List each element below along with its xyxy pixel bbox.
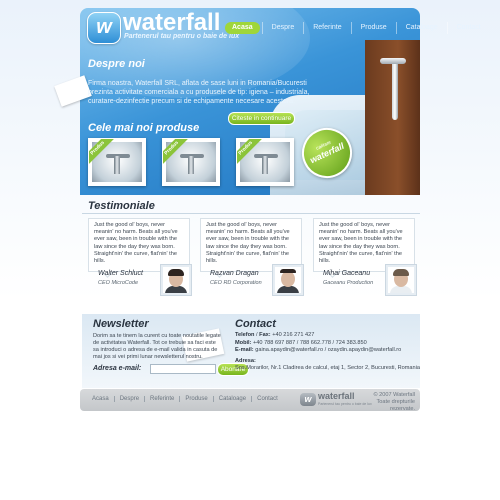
- product-thumb[interactable]: Produs: [88, 138, 146, 186]
- avatar: [386, 265, 416, 295]
- testimonial-quote: Just the good ol' boys, never meanin' no…: [200, 218, 302, 278]
- testimonial-name: Mihai Gaceanu: [323, 270, 371, 277]
- email-contact-label: E-mail:: [235, 347, 254, 354]
- testimonial-company: CEO RD Corporation: [210, 280, 262, 286]
- testimonial-quote: Just the good ol' boys, never meanin' no…: [313, 218, 415, 278]
- products-title: Cele mai noi produse: [88, 122, 200, 134]
- email-link-2[interactable]: ozaydin.apaydin@waterfall.ro: [328, 347, 401, 353]
- testimonial-text: Just the good ol' boys, never meanin' no…: [206, 222, 290, 265]
- contact-title: Contact: [235, 318, 276, 330]
- nav-despre[interactable]: Despre: [261, 22, 304, 34]
- nav-referinte[interactable]: Referinte: [303, 22, 350, 34]
- mobile-value-3: 724 383.850: [335, 339, 367, 346]
- contact-details: Telefon / Fax: +40 216 271 427 Mobil: +4…: [235, 332, 420, 373]
- testimonial-text: Just the good ol' boys, never meanin' no…: [319, 222, 403, 265]
- copyright: © 2007 Waterfall Toate drepturile rezerv…: [352, 392, 415, 413]
- shower-head-image: [380, 58, 406, 64]
- logo-icon[interactable]: w: [87, 12, 121, 44]
- email-input[interactable]: [150, 364, 216, 374]
- contact-mobile-line: Mobil: +40 788 697 887 / 788 662.778 / 7…: [235, 339, 367, 346]
- testimonial-name: Walter Schluct: [98, 270, 143, 277]
- product-thumb[interactable]: Produs: [162, 138, 220, 186]
- main-nav: Acasa Despre Referinte Produse Cataloage…: [225, 22, 490, 34]
- testimonial-card: Just the good ol' boys, never meanin' no…: [88, 218, 191, 295]
- address-label: Adresa:: [235, 357, 256, 364]
- testimonial-company: Gaceanu Production: [323, 280, 374, 286]
- shower-tap-image: [392, 60, 398, 120]
- footer-logo-icon: w: [300, 393, 316, 406]
- mobile-value-2: 788 662.778: [299, 339, 331, 346]
- read-more-button[interactable]: Citeste in continuare: [228, 112, 295, 125]
- avatar: [161, 265, 191, 295]
- copyright-line: © 2007 Waterfall: [373, 392, 415, 398]
- testimonial-company: CEO MicroCode: [98, 280, 139, 286]
- phone-value: +40 216 271 427: [272, 332, 315, 338]
- divider: [82, 213, 420, 214]
- product-thumb[interactable]: Produs: [236, 138, 294, 186]
- rights-line: Toate drepturile rezervate.: [376, 399, 415, 412]
- contact-phone-line: Telefon / Fax: +40 216 271 427: [235, 332, 315, 338]
- testimonial-quote: Just the good ol' boys, never meanin' no…: [88, 218, 190, 278]
- footer-link-cataloage[interactable]: Cataloage: [212, 396, 251, 402]
- testimonial-card: Just the good ol' boys, never meanin' no…: [200, 218, 303, 295]
- newsletter-text: Dorim sa te tinem la curent cu toate nou…: [93, 333, 221, 360]
- testimonials-title: Testimoniale: [88, 200, 155, 212]
- footer-link-despre[interactable]: Despre: [113, 396, 144, 402]
- mobile-value: +40 788 697 887: [253, 339, 296, 346]
- footer-link-referinte[interactable]: Referinte: [144, 396, 179, 402]
- avatar: [273, 265, 303, 295]
- footer-link-produse[interactable]: Produse: [179, 396, 212, 402]
- footer-links: Acasa Despre Referinte Produse Cataloage…: [92, 396, 283, 402]
- contact-email-line: E-mail: gaina.apaydin@waterfall.ro / oza…: [235, 347, 402, 354]
- testimonial-text: Just the good ol' boys, never meanin' no…: [94, 222, 178, 265]
- footer-logo-text: waterfall: [318, 391, 355, 401]
- mobile-label: Mobil:: [235, 339, 252, 346]
- about-text: Firma noastra, Waterfall SRL, aflata de …: [88, 80, 310, 105]
- phone-label: Telefon: [235, 332, 255, 338]
- fax-label: Fax:: [259, 332, 271, 338]
- testimonial-card: Just the good ol' boys, never meanin' no…: [313, 218, 416, 295]
- slogan: Partenerul tau pentru o baie de lux: [124, 33, 240, 40]
- footer-link-contact[interactable]: Contact: [251, 396, 283, 402]
- nav-contact[interactable]: Contact: [446, 22, 490, 34]
- testimonial-name: Razvan Dragan: [210, 270, 259, 277]
- footer-link-acasa[interactable]: Acasa: [92, 396, 114, 402]
- nav-cataloage[interactable]: Cataloage: [395, 22, 447, 34]
- nav-acasa[interactable]: Acasa: [225, 22, 260, 34]
- email-label: Adresa e-mail:: [93, 365, 142, 372]
- address-value: Sos.Morarilor, Nr.1 Cladirea de calcul, …: [235, 365, 420, 372]
- nav-produse[interactable]: Produse: [350, 22, 396, 34]
- email-link[interactable]: gaina.apaydin@waterfall.ro: [255, 347, 323, 353]
- about-title: Despre noi: [88, 58, 145, 70]
- newsletter-title: Newsletter: [93, 318, 149, 330]
